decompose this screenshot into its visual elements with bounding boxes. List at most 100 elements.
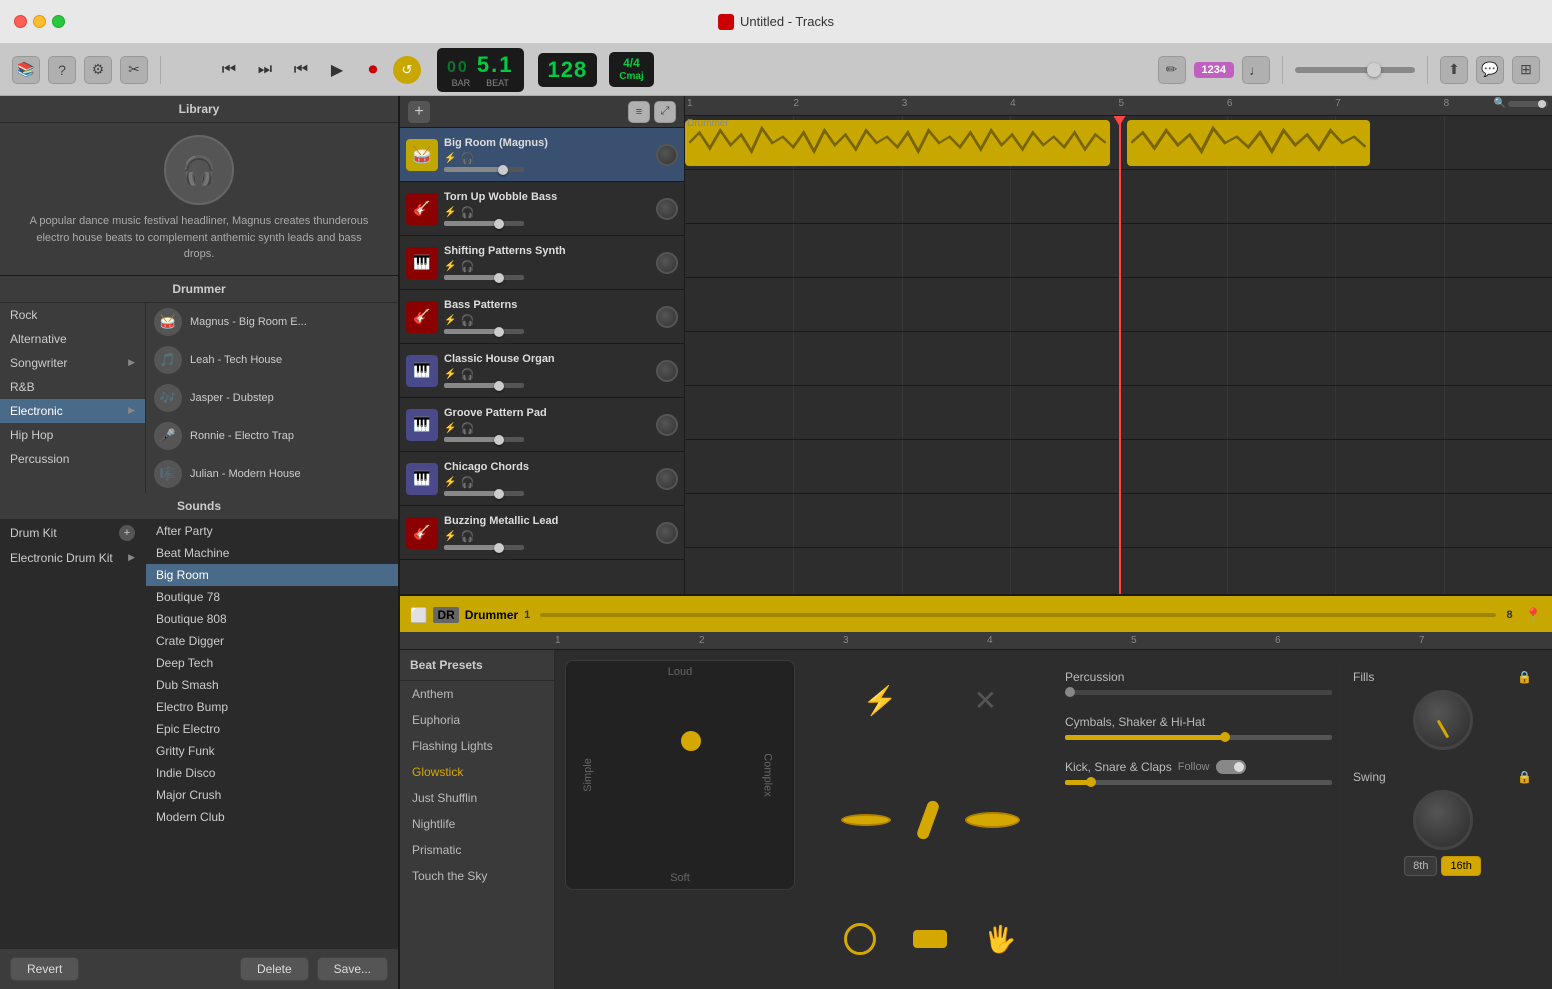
tracks-zoom-button[interactable]: ⤢ — [654, 101, 676, 123]
mute-icon-5[interactable]: ⚡ — [444, 423, 456, 434]
add-track-button[interactable]: + — [408, 101, 430, 123]
solo-icon-6[interactable]: 🎧 — [460, 476, 474, 489]
track-item-7[interactable]: 🎸 Buzzing Metallic Lead ⚡ 🎧 — [400, 506, 684, 560]
preset-prismatic[interactable]: Prismatic — [400, 837, 554, 863]
loop-button[interactable]: ↺ — [393, 56, 421, 84]
skip-back-button[interactable]: ⏮ — [285, 54, 317, 86]
revert-button[interactable]: Revert — [10, 957, 79, 981]
snare-icon[interactable] — [913, 930, 947, 948]
add-drumkit-button[interactable]: + — [119, 525, 135, 541]
drummer-ronnie[interactable]: 🎤 Ronnie - Electro Trap — [146, 417, 398, 455]
solo-icon-4[interactable]: 🎧 — [460, 368, 474, 381]
mute-icon-2[interactable]: ⚡ — [444, 261, 456, 272]
maximize-button[interactable] — [52, 15, 65, 28]
drummer-editor-power-icon[interactable]: ⬜ — [410, 607, 427, 624]
drummer-jasper[interactable]: 🎶 Jasper - Dubstep — [146, 379, 398, 417]
drummer-region-part2[interactable] — [1127, 120, 1370, 166]
sounds-category-drumkit[interactable]: Drum Kit + — [0, 520, 145, 546]
kick-thumb[interactable] — [1086, 777, 1096, 787]
track-item-5[interactable]: 🎹 Groove Pattern Pad ⚡ 🎧 — [400, 398, 684, 452]
swing-lock-icon[interactable]: 🔒 — [1517, 770, 1532, 784]
save-button[interactable]: Save... — [317, 957, 388, 981]
rewind-button[interactable]: ⏮ — [213, 54, 245, 86]
drummer-julian[interactable]: 🎼 Julian - Modern House — [146, 455, 398, 493]
sound-crate-digger[interactable]: Crate Digger — [146, 630, 398, 652]
track-item-6[interactable]: 🎹 Chicago Chords ⚡ 🎧 — [400, 452, 684, 506]
cymbals-slider[interactable] — [1065, 735, 1332, 740]
cross-icon[interactable]: ✕ — [974, 684, 997, 717]
mute-icon-7[interactable]: ⚡ — [444, 531, 456, 542]
solo-icon-0[interactable]: 🎧 — [460, 152, 474, 165]
fills-lock-icon[interactable]: 🔒 — [1517, 670, 1532, 684]
hihat-icon[interactable] — [841, 814, 891, 826]
solo-icon-1[interactable]: 🎧 — [460, 206, 474, 219]
time-sig-display[interactable]: 4/4 Cmaj — [609, 52, 653, 86]
solo-icon-5[interactable]: 🎧 — [460, 422, 474, 435]
solo-icon-7[interactable]: 🎧 — [460, 530, 474, 543]
track-item-3[interactable]: 🎸 Bass Patterns ⚡ 🎧 — [400, 290, 684, 344]
follow-toggle[interactable] — [1216, 760, 1246, 774]
chat-button[interactable]: 💬 — [1476, 56, 1504, 84]
sound-gritty-funk[interactable]: Gritty Funk — [146, 740, 398, 762]
track-knob-5[interactable] — [656, 414, 678, 436]
sound-electro-bump[interactable]: Electro Bump — [146, 696, 398, 718]
settings-button[interactable]: ⚙ — [84, 56, 112, 84]
fast-forward-button[interactable]: ⏭ — [249, 54, 281, 86]
sound-indie-disco[interactable]: Indie Disco — [146, 762, 398, 784]
sound-major-crush[interactable]: Major Crush — [146, 784, 398, 806]
tracks-view-button[interactable]: ≡ — [628, 101, 650, 123]
volume-thumb[interactable] — [1367, 63, 1381, 77]
ruler-pin-icon[interactable]: 📍 — [1525, 607, 1542, 624]
pad-dot[interactable] — [681, 731, 701, 751]
drummer-xy-pad[interactable]: Loud Soft Simple Complex — [565, 660, 795, 890]
mute-icon-6[interactable]: ⚡ — [444, 477, 456, 488]
kick-icon[interactable] — [844, 923, 876, 955]
pencil-button[interactable]: ✏ — [1158, 56, 1186, 84]
category-rnb[interactable]: R&B — [0, 375, 145, 399]
library-button[interactable]: 📚 — [12, 56, 40, 84]
swing-knob[interactable] — [1413, 790, 1473, 850]
category-electronic[interactable]: Electronic ▶ — [0, 399, 145, 423]
percussion-slider[interactable] — [1065, 690, 1332, 695]
track-volume-6[interactable] — [444, 491, 524, 496]
zoom-thumb[interactable] — [1538, 100, 1546, 108]
cymbals-thumb[interactable] — [1220, 732, 1230, 742]
note-16th-button[interactable]: 16th — [1441, 856, 1480, 876]
preset-touch-the-sky[interactable]: Touch the Sky — [400, 863, 554, 889]
track-knob-3[interactable] — [656, 306, 678, 328]
sound-beat-machine[interactable]: Beat Machine — [146, 542, 398, 564]
volume-slider[interactable] — [1295, 67, 1415, 73]
zoom-slider[interactable] — [1508, 101, 1548, 107]
preset-nightlife[interactable]: Nightlife — [400, 811, 554, 837]
category-hiphop[interactable]: Hip Hop — [0, 423, 145, 447]
mute-icon-1[interactable]: ⚡ — [444, 207, 456, 218]
stick-icon[interactable] — [915, 799, 940, 841]
mute-icon-4[interactable]: ⚡ — [444, 369, 456, 380]
tuner-button[interactable]: ♩ — [1242, 56, 1270, 84]
sound-after-party[interactable]: After Party — [146, 520, 398, 542]
drummer-region-part1[interactable] — [685, 120, 1110, 166]
preset-flashing-lights[interactable]: Flashing Lights — [400, 733, 554, 759]
track-volume-0[interactable] — [444, 167, 524, 172]
fills-knob[interactable] — [1413, 690, 1473, 750]
category-rock[interactable]: Rock — [0, 303, 145, 327]
track-knob-4[interactable] — [656, 360, 678, 382]
solo-icon-2[interactable]: 🎧 — [460, 260, 474, 273]
track-item-2[interactable]: 🎹 Shifting Patterns Synth ⚡ 🎧 — [400, 236, 684, 290]
cymbal-icon[interactable] — [965, 812, 1020, 828]
category-alternative[interactable]: Alternative — [0, 327, 145, 351]
track-list-scroll[interactable]: 🥁 Big Room (Magnus) ⚡ 🎧 — [400, 128, 684, 594]
percussion-thumb[interactable] — [1065, 687, 1075, 697]
track-volume-5[interactable] — [444, 437, 524, 442]
help-button[interactable]: ? — [48, 56, 76, 84]
drummer-magnus[interactable]: 🥁 Magnus - Big Room E... — [146, 303, 398, 341]
preset-anthem[interactable]: Anthem — [400, 681, 554, 707]
track-volume-7[interactable] — [444, 545, 524, 550]
drummer-leah[interactable]: 🎵 Leah - Tech House — [146, 341, 398, 379]
delete-button[interactable]: Delete — [240, 957, 309, 981]
preset-glowstick[interactable]: Glowstick — [400, 759, 554, 785]
timeline-content[interactable]: Drummer — [685, 116, 1552, 594]
category-percussion[interactable]: Percussion — [0, 447, 145, 471]
track-volume-4[interactable] — [444, 383, 524, 388]
lcd-button[interactable]: 1234 — [1194, 62, 1234, 78]
